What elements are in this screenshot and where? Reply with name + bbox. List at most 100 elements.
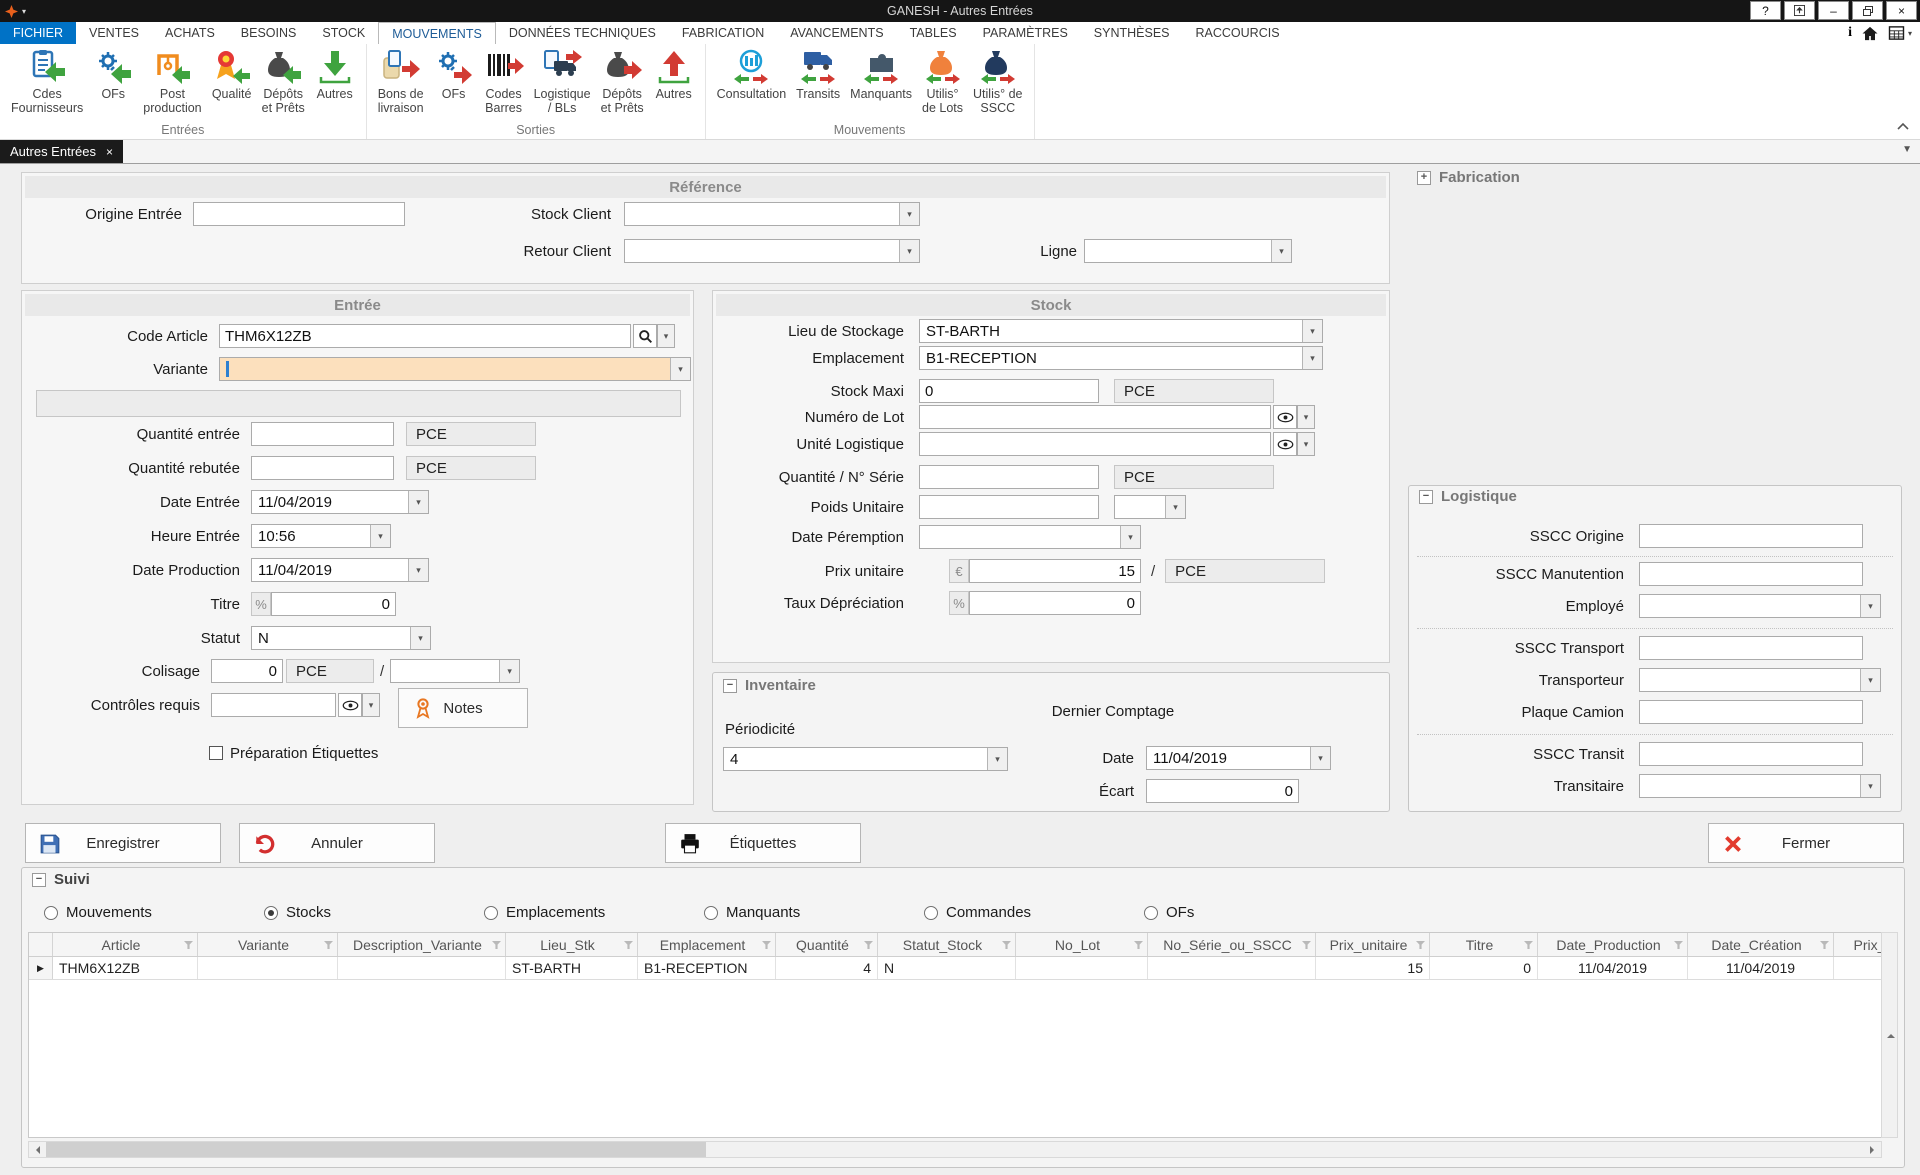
code-article-input[interactable]	[219, 324, 631, 348]
ribbon-collapse-button[interactable]	[1896, 118, 1910, 136]
ribbon-bons-de-livraison[interactable]: Bons de livraison	[373, 46, 429, 117]
column-header-Variante[interactable]: Variante	[198, 933, 338, 956]
dropdown-icon[interactable]: ▾	[1165, 496, 1185, 518]
column-header-Statut_Stock[interactable]: Statut_Stock	[878, 933, 1016, 956]
quantite-entree-input[interactable]	[251, 422, 394, 446]
colisage-per-combo[interactable]: ▾	[390, 659, 520, 683]
radio-manquants[interactable]: Manquants	[704, 904, 924, 921]
colisage-input[interactable]	[211, 659, 283, 683]
titre-input[interactable]	[271, 592, 396, 616]
column-header-Quantité[interactable]: Quantité	[776, 933, 878, 956]
statut-combo[interactable]: N▾	[251, 626, 431, 650]
menu-tab-fabrication[interactable]: FABRICATION	[669, 22, 777, 44]
column-header-Titre[interactable]: Titre	[1430, 933, 1538, 956]
filter-icon[interactable]	[324, 941, 333, 949]
dropdown-icon[interactable]: ▾	[499, 660, 519, 682]
ribbon-transits[interactable]: Transits	[791, 46, 845, 103]
radio-stocks[interactable]: Stocks	[264, 904, 484, 921]
menu-tab-fichier[interactable]: FICHIER	[0, 22, 76, 44]
info-icon[interactable]: i	[1848, 25, 1852, 41]
ribbon-manquants[interactable]: Manquants	[845, 46, 917, 103]
dropdown-icon[interactable]: ▾	[670, 358, 690, 380]
poids-unit-combo[interactable]: ▾	[1114, 495, 1186, 519]
emplacement-combo[interactable]: B1-RECEPTION▾	[919, 346, 1323, 370]
unite-logistique-view-button[interactable]	[1273, 432, 1297, 456]
ribbon-post-production[interactable]: Post production	[138, 46, 206, 117]
notes-button[interactable]: Notes	[398, 688, 528, 728]
numero-lot-dropdown-button[interactable]: ▾	[1297, 405, 1315, 429]
comptage-date-combo[interactable]: 11/04/2019▾	[1146, 746, 1331, 770]
sscc-transport-input[interactable]	[1639, 636, 1863, 660]
scroll-left-arrow[interactable]	[29, 1142, 46, 1157]
table-row[interactable]: ▶THM6X12ZBST-BARTHB1-RECEPTION4N15011/04…	[29, 957, 1881, 980]
sscc-origine-input[interactable]	[1639, 524, 1863, 548]
poids-unitaire-input[interactable]	[919, 495, 1099, 519]
help-button[interactable]: ?	[1750, 1, 1781, 20]
ribbon-utilis-de-sscc[interactable]: Utilis° de SSCC	[968, 46, 1027, 117]
stock-maxi-input[interactable]	[919, 379, 1099, 403]
dropdown-icon[interactable]: ▾	[1860, 775, 1880, 797]
numero-lot-input[interactable]	[919, 405, 1271, 429]
dropdown-icon[interactable]: ▾	[1271, 240, 1291, 262]
date-entree-combo[interactable]: 11/04/2019▾	[251, 490, 429, 514]
employe-combo[interactable]: ▾	[1639, 594, 1881, 618]
heure-entree-combo[interactable]: 10:56▾	[251, 524, 391, 548]
article-search-button[interactable]	[633, 324, 657, 348]
radio-emplacements[interactable]: Emplacements	[484, 904, 704, 921]
lieu-stockage-combo[interactable]: ST-BARTH▾	[919, 319, 1323, 343]
radio-commandes[interactable]: Commandes	[924, 904, 1144, 921]
column-header-Prix_U[interactable]: Prix_U	[1834, 933, 1882, 956]
menu-tab-besoins[interactable]: BESOINS	[228, 22, 310, 44]
column-header-Emplacement[interactable]: Emplacement	[638, 933, 776, 956]
prix-unitaire-input[interactable]	[969, 559, 1141, 583]
document-tab-close-icon[interactable]: ×	[106, 145, 113, 159]
filter-icon[interactable]	[1820, 941, 1829, 949]
column-header-Prix_unitaire[interactable]: Prix_unitaire	[1316, 933, 1430, 956]
column-header-Article[interactable]: Article	[53, 933, 198, 956]
ribbon-utilis-de-lots[interactable]: Utilis° de Lots	[917, 46, 968, 117]
menu-tab-stock[interactable]: STOCK	[309, 22, 378, 44]
column-header-Date_Production[interactable]: Date_Production	[1538, 933, 1688, 956]
sscc-transit-input[interactable]	[1639, 742, 1863, 766]
dropdown-icon[interactable]: ▾	[1860, 595, 1880, 617]
ribbon-ofs-entrees[interactable]: OFs	[88, 46, 138, 103]
dropdown-icon[interactable]: ▾	[1302, 320, 1322, 342]
ribbon-codes-barres[interactable]: Codes Barres	[479, 46, 529, 117]
scroll-down-arrow[interactable]	[1882, 1137, 1899, 1175]
origine-entree-input[interactable]	[193, 202, 405, 226]
date-peremption-combo[interactable]: ▾	[919, 525, 1141, 549]
date-production-combo[interactable]: 11/04/2019▾	[251, 558, 429, 582]
dropdown-icon[interactable]: ▾	[370, 525, 390, 547]
ribbon-logistique-bls[interactable]: Logistique / BLs	[529, 46, 596, 117]
filter-icon[interactable]	[1002, 941, 1011, 949]
scroll-up-arrow[interactable]	[1882, 933, 1899, 1137]
column-header-Lieu_Stk[interactable]: Lieu_Stk	[506, 933, 638, 956]
controles-requis-input[interactable]	[211, 693, 336, 717]
quantite-serie-input[interactable]	[919, 465, 1099, 489]
suivi-collapse-icon[interactable]: −	[32, 873, 46, 887]
retour-client-combo[interactable]: ▾	[624, 239, 920, 263]
document-tab-autres-entrees[interactable]: Autres Entrées ×	[0, 140, 123, 163]
column-header-Description_Variante[interactable]: Description_Variante	[338, 933, 506, 956]
filter-icon[interactable]	[1524, 941, 1533, 949]
pin-up-button[interactable]	[1784, 1, 1815, 20]
filter-icon[interactable]	[762, 941, 771, 949]
transporteur-combo[interactable]: ▾	[1639, 668, 1881, 692]
dropdown-icon[interactable]: ▾	[408, 559, 428, 581]
ribbon-ofs-sorties[interactable]: OFs	[429, 46, 479, 103]
ribbon-autres-sorties[interactable]: Autres	[649, 46, 699, 103]
filter-icon[interactable]	[1674, 941, 1683, 949]
variante-combo[interactable]: ▾	[219, 357, 691, 381]
menu-tab-tables[interactable]: TABLES	[897, 22, 970, 44]
etiquettes-button[interactable]: Étiquettes	[665, 823, 861, 863]
fermer-button[interactable]: Fermer	[1708, 823, 1904, 863]
annuler-button[interactable]: Annuler	[239, 823, 435, 863]
grid-menu[interactable]: ▾	[1888, 26, 1912, 40]
dropdown-icon[interactable]: ▾	[899, 240, 919, 262]
minimize-button[interactable]: –	[1818, 1, 1849, 20]
column-header-No_Lot[interactable]: No_Lot	[1016, 933, 1148, 956]
home-icon[interactable]	[1861, 26, 1879, 41]
menu-tab-achats[interactable]: ACHATS	[152, 22, 228, 44]
ribbon-depots-prets-sorties[interactable]: Dépôts et Prêts	[596, 46, 649, 117]
unite-logistique-dropdown-button[interactable]: ▾	[1297, 432, 1315, 456]
